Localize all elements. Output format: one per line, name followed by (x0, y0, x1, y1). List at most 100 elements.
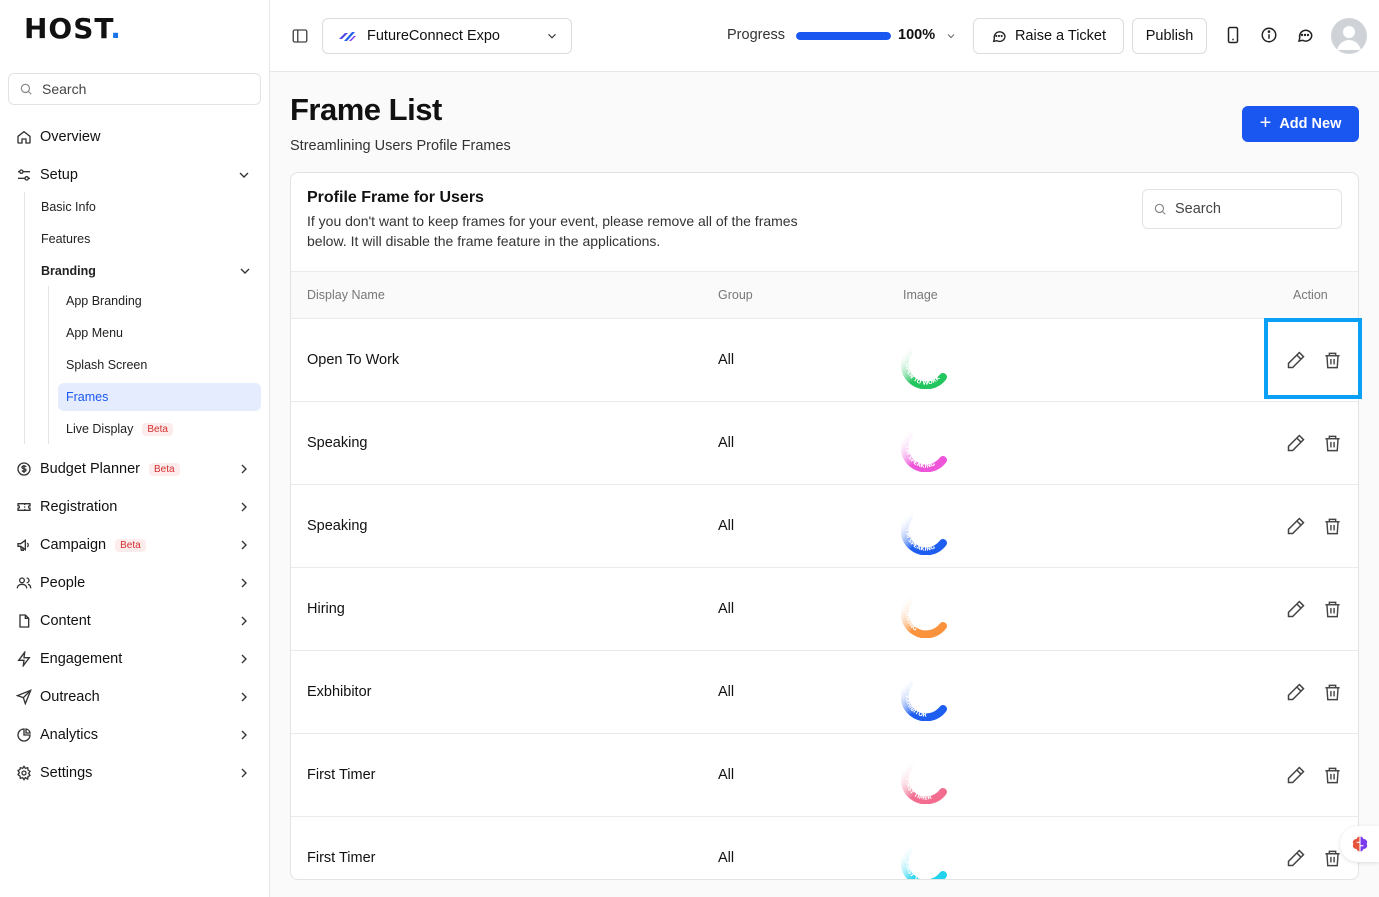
sidebar-item-branding[interactable]: Branding (41, 258, 261, 284)
sidebar-item-overview[interactable]: Overview (16, 125, 260, 149)
delete-button[interactable] (1321, 598, 1343, 620)
frame-image: OPEN TO WORK (901, 347, 947, 389)
message-icon[interactable] (1296, 26, 1314, 44)
megaphone-icon (16, 537, 32, 553)
frame-display-name: Open To Work (307, 352, 400, 368)
sidebar-item-people[interactable]: People (16, 571, 260, 595)
sidebar-item-splash-screen[interactable]: Splash Screen (66, 352, 147, 378)
table-row: First Timer All FIRST TIMER (291, 734, 1358, 817)
table-row: First Timer All FIRST TIMER (291, 817, 1358, 879)
edit-button[interactable] (1285, 598, 1307, 620)
progress-label: Progress (727, 27, 786, 43)
edit-button[interactable] (1285, 432, 1307, 454)
publish-button[interactable]: Publish (1132, 18, 1207, 54)
trash-icon (1324, 767, 1340, 783)
table-row: Exbhibitor All EXHIBITOR (291, 651, 1358, 734)
sliders-icon (16, 167, 32, 183)
user-icon (1337, 26, 1361, 50)
ticket-icon (16, 499, 32, 515)
sidebar-item-app-branding[interactable]: App Branding (66, 288, 142, 314)
edit-button[interactable] (1285, 764, 1307, 786)
sidebar-item-registration[interactable]: Registration (16, 495, 260, 519)
chevron-down-icon (239, 172, 249, 178)
sidebar-item-analytics[interactable]: Analytics (16, 723, 260, 747)
page-title: Frame List (290, 92, 442, 127)
sidebar-item-content[interactable]: Content (16, 609, 260, 633)
app: HOST. Search Overview Setup Basic Info F… (0, 0, 1379, 897)
delete-button[interactable] (1321, 764, 1343, 786)
raise-ticket-button[interactable]: Raise a Ticket (973, 18, 1124, 54)
sidebar-item-engagement[interactable]: Engagement (16, 647, 260, 671)
user-avatar[interactable] (1331, 18, 1367, 54)
chevron-right-icon (241, 692, 247, 702)
progress-dropdown-icon[interactable] (945, 30, 957, 42)
chevron-down-icon (240, 268, 250, 274)
chevron-right-icon (241, 464, 247, 474)
card-title: Profile Frame for Users (307, 189, 484, 206)
info-icon[interactable] (1260, 26, 1278, 44)
sidebar-search-input[interactable]: Search (8, 73, 261, 105)
sidebar-item-label: Live Display (66, 422, 134, 436)
sidebar-item-settings[interactable]: Settings (16, 761, 260, 785)
delete-button[interactable] (1321, 432, 1343, 454)
frame-image: I'M SPEAKING (901, 430, 947, 472)
frame-display-name: First Timer (307, 767, 376, 783)
frame-image: FIRST TIMER (901, 762, 947, 804)
mobile-preview-icon[interactable] (1224, 26, 1242, 44)
column-header-image: Image (903, 288, 938, 302)
sidebar-item-budget-planner[interactable]: Budget Planner Beta (16, 457, 260, 481)
sidebar-toggle-icon[interactable] (291, 27, 309, 45)
sidebar-item-label: Content (40, 613, 91, 629)
sidebar-item-label: Campaign (40, 537, 107, 553)
sidebar-item-basic-info[interactable]: Basic Info (41, 194, 96, 220)
frame-image: I'M SPEAKING (901, 513, 947, 555)
chevron-right-icon (241, 540, 247, 550)
dollar-circle-icon (16, 461, 32, 477)
pie-chart-icon (16, 727, 32, 743)
sidebar-item-label: Outreach (40, 689, 100, 705)
frame-image: FIRST TIMER (901, 845, 947, 879)
sidebar-item-outreach[interactable]: Outreach (16, 685, 260, 709)
sidebar-item-app-menu[interactable]: App Menu (66, 320, 123, 346)
sidebar-item-label: Overview (40, 129, 101, 145)
sidebar-item-live-display[interactable]: Live Display Beta (66, 416, 173, 442)
edit-button[interactable] (1285, 681, 1307, 703)
table-header: Display Name Group Image Action (291, 271, 1358, 319)
sidebar-item-frames[interactable]: Frames (66, 384, 108, 410)
event-selector[interactable]: FutureConnect Expo (322, 18, 572, 54)
frame-ring-text: FIRST TIMER (904, 778, 933, 802)
frame-image: HIRING (901, 596, 947, 638)
sidebar-item-campaign[interactable]: Campaign Beta (16, 533, 260, 557)
add-new-button[interactable]: + Add New (1242, 106, 1359, 142)
chevron-right-icon (241, 616, 247, 626)
edit-button[interactable] (1285, 847, 1307, 869)
sidebar-item-label: Engagement (40, 651, 123, 667)
brain-icon (1352, 836, 1367, 852)
progress-percent: 100% (898, 27, 936, 43)
ai-assistant-button[interactable] (1340, 826, 1379, 862)
table-row: Speaking All I'M SPEAKING (291, 402, 1358, 485)
home-icon (16, 129, 32, 145)
frame-ring-text: I'M SPEAKING (904, 529, 937, 553)
sidebar-item-label: Budget Planner (40, 461, 140, 477)
sidebar-item-features[interactable]: Features (41, 226, 90, 252)
pencil-icon (1287, 434, 1305, 452)
pencil-icon (1287, 600, 1305, 618)
top-bar: FutureConnect Expo Progress 100% Raise a… (270, 0, 1379, 72)
sidebar: HOST. Search Overview Setup Basic Info F… (0, 0, 270, 897)
table-row: Speaking All I'M SPEAKING (291, 485, 1358, 568)
sidebar-item-setup[interactable]: Setup (16, 163, 260, 187)
logo[interactable]: HOST. (24, 12, 122, 45)
action-highlight-box (1264, 318, 1362, 399)
delete-button[interactable] (1321, 847, 1343, 869)
delete-button[interactable] (1321, 681, 1343, 703)
frames-card: Profile Frame for Users If you don't wan… (290, 172, 1359, 880)
frame-group: All (718, 518, 735, 534)
delete-button[interactable] (1321, 515, 1343, 537)
frames-search-input[interactable]: Search (1142, 189, 1342, 229)
edit-button[interactable] (1285, 515, 1307, 537)
sidebar-item-label: People (40, 575, 86, 591)
document-icon (16, 613, 32, 629)
frame-ring-text: HIRING (904, 612, 918, 633)
frame-display-name: Hiring (307, 601, 345, 617)
